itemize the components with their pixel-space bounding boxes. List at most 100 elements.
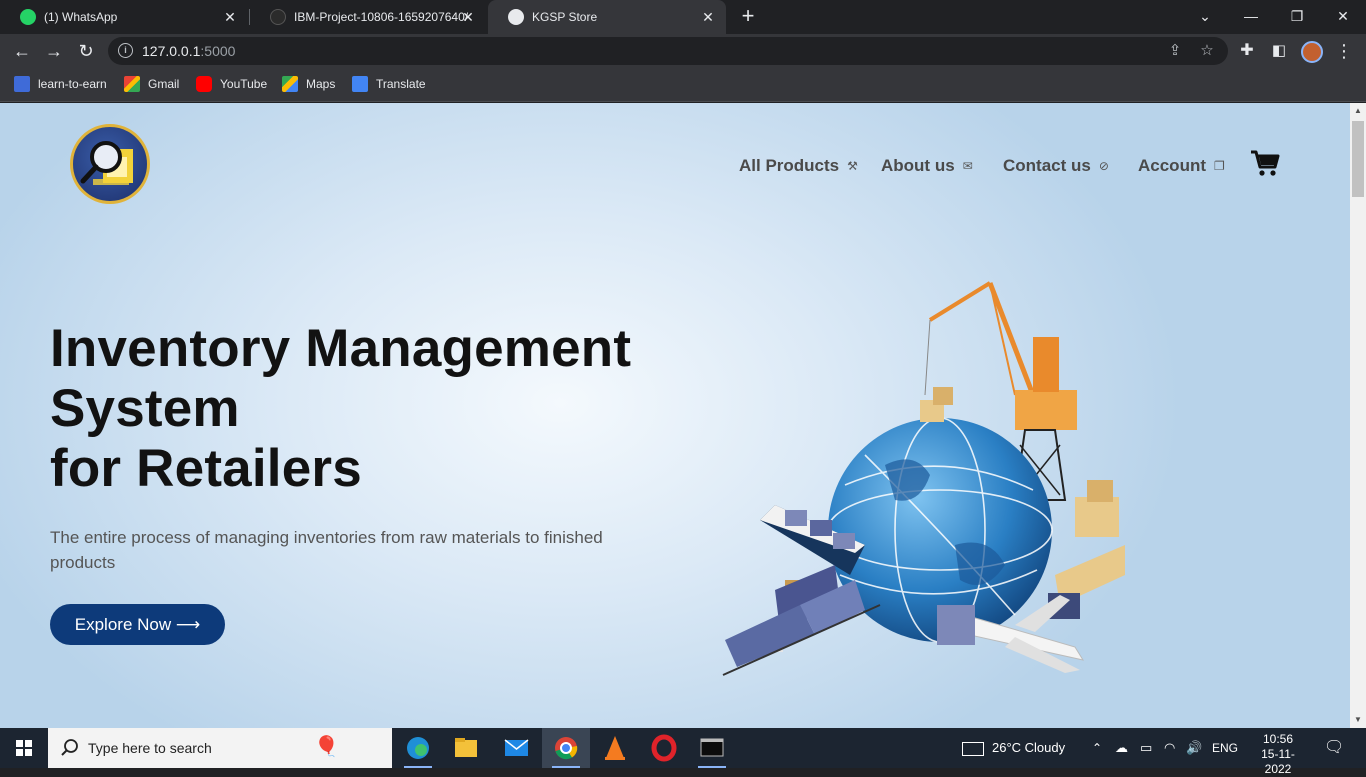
tab-kgsp-store[interactable]: KGSP Store ✕ (488, 0, 726, 34)
side-panel-icon[interactable]: ◧ (1265, 37, 1293, 65)
bookmark-maps[interactable]: Maps (282, 76, 335, 92)
nav-all-products[interactable]: All Products ⚒ (739, 156, 858, 176)
gmail-icon (124, 76, 140, 92)
magnifier-logo-icon (80, 141, 133, 185)
reload-button[interactable]: ↻ (72, 37, 100, 65)
hero-title-line: for Retailers (50, 439, 362, 498)
nav-contact-us[interactable]: Contact us ⊘ (1003, 156, 1109, 176)
menu-kebab-icon[interactable]: ⋮ (1330, 37, 1358, 65)
bookmark-label: learn-to-earn (38, 77, 107, 91)
translate-icon (352, 76, 368, 92)
extensions-puzzle-icon[interactable]: ✚ (1233, 37, 1261, 65)
minimize-button[interactable]: — (1228, 0, 1274, 32)
share-icon[interactable]: ⇪ (1165, 41, 1185, 61)
bookmark-star-icon[interactable]: ☆ (1197, 41, 1217, 61)
battery-icon[interactable]: ▭ (1140, 728, 1152, 768)
bookmark-learn-to-earn[interactable]: learn-to-earn (14, 76, 107, 92)
bookmark-gmail[interactable]: Gmail (124, 76, 179, 92)
windows-start-icon[interactable] (0, 728, 48, 768)
restore-button[interactable]: ❐ (1274, 0, 1320, 32)
bookmark-label: Maps (306, 77, 336, 91)
taskbar-search-box[interactable]: Type here to search 🎈 (48, 728, 392, 768)
url-port: :5000 (200, 43, 236, 59)
weather-widget[interactable]: 26°C Cloudy (962, 728, 1065, 768)
chrome-taskbar-icon[interactable] (542, 728, 590, 768)
bookmark-youtube[interactable]: YouTube (196, 76, 267, 92)
bookmarks-bar: learn-to-earn Gmail YouTube Maps Transla… (0, 68, 1366, 102)
globe-icon (508, 9, 524, 25)
nav-account[interactable]: Account ❐ (1138, 156, 1225, 176)
store-logo[interactable] (70, 124, 150, 204)
mail-taskbar-icon[interactable] (492, 728, 540, 768)
window-icon: ❐ (1214, 159, 1225, 173)
clock-date: 15-11-2022 (1261, 747, 1295, 776)
back-button[interactable]: ← (8, 37, 36, 65)
close-tab-icon[interactable]: ✕ (700, 9, 716, 25)
site-info-icon[interactable]: i (118, 43, 133, 58)
url-text[interactable]: 127.0.0.1:5000 (142, 43, 235, 59)
scroll-down-arrow-icon[interactable]: ▼ (1350, 712, 1366, 728)
tab-whatsapp[interactable]: (1) WhatsApp ✕ (0, 0, 248, 34)
weather-text: 26°C Cloudy (992, 740, 1066, 755)
tab-title: (1) WhatsApp (44, 10, 118, 24)
windows-taskbar: Type here to search 🎈 26°C Cloudy ⌃ ☁ ▭ … (0, 728, 1366, 776)
nav-label: All Products (739, 156, 840, 175)
browser-tab-strip: (1) WhatsApp ✕ IBM-Project-10806-1659207… (0, 0, 1366, 34)
clock[interactable]: 10:56 15-11-2022 (1248, 728, 1308, 776)
show-hidden-icons-icon[interactable]: ⌃ (1092, 728, 1102, 768)
forward-button[interactable]: → (40, 37, 68, 65)
opera-taskbar-icon[interactable] (640, 728, 688, 768)
scroll-up-arrow-icon[interactable]: ▲ (1350, 103, 1366, 119)
tab-search-button[interactable]: ⌄ (1182, 0, 1228, 32)
whatsapp-icon (20, 9, 36, 25)
nav-label: About us (881, 156, 955, 175)
close-tab-icon[interactable]: ✕ (222, 9, 238, 25)
wifi-icon[interactable]: ◠ (1164, 728, 1175, 768)
terminal-taskbar-icon[interactable] (688, 728, 736, 768)
hero-title-line: Inventory Management (50, 319, 632, 378)
close-tab-icon[interactable]: ✕ (460, 9, 476, 25)
scrollbar-thumb[interactable] (1352, 121, 1364, 197)
weather-icon (962, 741, 984, 756)
hero-title: Inventory Management System for Retailer… (50, 319, 710, 499)
nav-label: Account (1138, 156, 1206, 175)
volume-icon[interactable]: 🔊 (1186, 728, 1202, 768)
new-tab-button[interactable]: + (734, 4, 762, 30)
logistics-globe-illustration (722, 281, 1125, 676)
profile-avatar[interactable] (1301, 41, 1323, 63)
nav-about-us[interactable]: About us ✉ (881, 156, 973, 176)
explore-now-button[interactable]: Explore Now ⟶ (50, 604, 225, 645)
edge-taskbar-icon[interactable] (394, 728, 442, 768)
browser-toolbar: ← → ↻ i 127.0.0.1:5000 ⇪ ☆ ✚ ◧ ⋮ (0, 34, 1366, 68)
hero-subtitle: The entire process of managing inventori… (50, 528, 603, 572)
notifications-icon[interactable]: 🗨 (1324, 728, 1344, 768)
compass-icon: ⊘ (1098, 159, 1109, 173)
bookmark-label: Gmail (148, 77, 180, 91)
github-icon (270, 9, 286, 25)
youtube-icon (196, 76, 212, 92)
page-scrollbar[interactable]: ▲ ▼ (1350, 103, 1366, 728)
bookmark-label: Translate (376, 77, 426, 91)
bookmark-label: YouTube (220, 77, 268, 91)
tab-title: KGSP Store (532, 10, 598, 24)
tab-github[interactable]: IBM-Project-10806-1659207640/ ✕ (250, 0, 486, 34)
tools-icon: ⚒ (847, 159, 858, 173)
envelope-icon: ✉ (962, 159, 973, 173)
learn-to-earn-icon (14, 76, 30, 92)
url-host: 127.0.0.1 (142, 43, 201, 59)
search-highlight-icon: 🎈 (314, 736, 339, 758)
clock-time: 10:56 (1262, 732, 1294, 746)
language-indicator[interactable]: ENG (1212, 728, 1238, 768)
network-onedrive-icon[interactable]: ☁ (1115, 728, 1128, 768)
vlc-taskbar-icon[interactable] (591, 728, 639, 768)
address-bar[interactable]: i 127.0.0.1:5000 ⇪ ☆ (108, 37, 1228, 65)
search-placeholder: Type here to search (88, 740, 212, 756)
maps-icon (282, 76, 298, 92)
search-icon (61, 739, 78, 756)
nav-label: Contact us (1003, 156, 1091, 175)
file-explorer-taskbar-icon[interactable] (442, 728, 490, 768)
bookmark-translate[interactable]: Translate (352, 76, 426, 92)
close-window-button[interactable]: ✕ (1320, 0, 1366, 32)
page-viewport: All Products ⚒ About us ✉ Contact us ⊘ Acco… (0, 103, 1350, 728)
cart-icon[interactable] (1250, 149, 1280, 177)
